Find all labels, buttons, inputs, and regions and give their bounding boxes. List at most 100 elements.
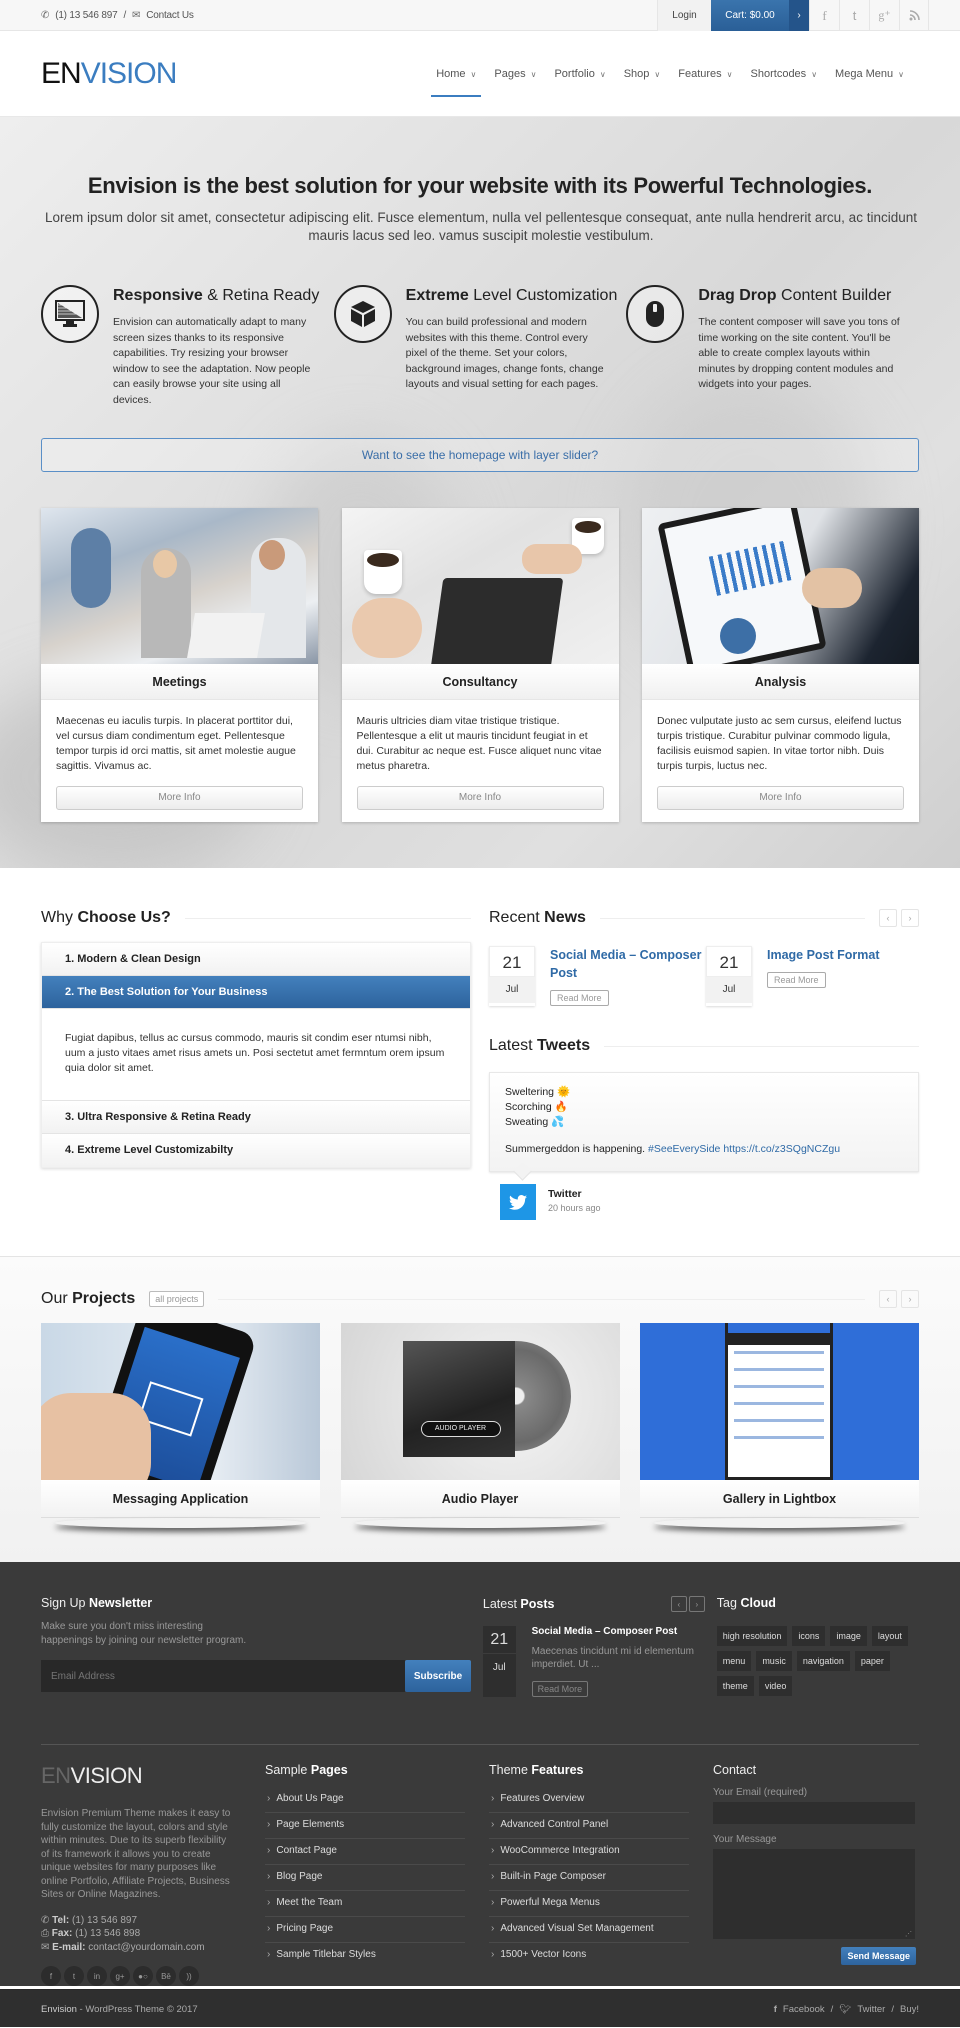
sample-page-link[interactable]: › Page Elements (265, 1813, 465, 1839)
linkedin-icon[interactable]: in (87, 1966, 107, 1986)
contact-us-link[interactable]: Contact Us (146, 10, 194, 21)
news-title-link[interactable]: Image Post Format (767, 948, 880, 962)
contact-email-input[interactable] (713, 1802, 915, 1824)
nav-portfolio[interactable]: Portfolio ∨ (545, 31, 614, 117)
nav-mega-menu[interactable]: Mega Menu ∨ (826, 31, 913, 117)
link-label: Meet the Team (276, 1897, 343, 1908)
sample-page-link[interactable]: › Meet the Team (265, 1891, 465, 1917)
tag-list: high resolution icons image layout menu music… (716, 1626, 919, 1696)
latest-posts-widget: Latest Posts ‹ › 21 Jul Social Media – Com… (482, 1596, 705, 1726)
tag-link[interactable]: theme (716, 1676, 754, 1696)
tag-link[interactable]: paper (854, 1651, 890, 1671)
project-card[interactable]: AUDIO PLAYER Audio Player (340, 1323, 620, 1518)
feature-customization: Extreme Level Customization You can buil… (333, 285, 627, 408)
next-arrow-button[interactable]: › (901, 909, 919, 927)
nav-shop[interactable]: Shop ∨ (615, 31, 670, 117)
layer-slider-button[interactable]: Want to see the homepage with layer slid… (41, 438, 919, 472)
tag-link[interactable]: music (756, 1651, 792, 1671)
sample-page-link[interactable]: › About Us Page (265, 1787, 465, 1813)
sample-page-link[interactable]: › Contact Page (265, 1839, 465, 1865)
login-link[interactable]: Login (657, 0, 711, 31)
send-message-button[interactable]: Send Message (841, 1947, 916, 1965)
chevron-down-icon: ∨ (726, 69, 733, 79)
theme-feature-link[interactable]: › Features Overview (489, 1787, 689, 1813)
site-logo[interactable]: ENVISION (41, 57, 177, 91)
facebook-icon: f (773, 2003, 777, 2015)
nav-shortcodes[interactable]: Shortcodes ∨ (742, 31, 827, 117)
read-more-button[interactable]: Read More (531, 1681, 589, 1697)
google-plus-icon[interactable]: g⁺ (869, 0, 899, 31)
twitter-link[interactable]: Twitter (857, 2004, 885, 2015)
buy-link[interactable]: Buy! (900, 2004, 919, 2015)
theme-feature-link[interactable]: › Built-in Page Composer (489, 1865, 689, 1891)
accordion-item-active[interactable]: 2. The Best Solution for Your Business (42, 976, 470, 1009)
chevron-down-icon: ∨ (811, 69, 818, 79)
news-title-link[interactable]: Social Media – Composer Post (550, 948, 701, 980)
more-info-button[interactable]: More Info (356, 786, 604, 810)
newsletter-email-input[interactable] (41, 1660, 405, 1692)
nav-pages[interactable]: Pages ∨ (485, 31, 545, 117)
more-info-button[interactable]: More Info (657, 786, 904, 810)
all-projects-button[interactable]: all projects (149, 1291, 205, 1307)
news-list: 21 Jul Social Media – Composer Post Read M… (489, 946, 919, 1006)
tag-link[interactable]: video (758, 1676, 793, 1696)
sample-page-link[interactable]: › Blog Page (265, 1865, 465, 1891)
email-label: E-mail: (52, 1941, 86, 1953)
next-arrow-button[interactable]: › (901, 1290, 919, 1308)
sample-page-link[interactable]: › Sample Titlebar Styles (265, 1943, 465, 1969)
message-field-label: Your Message (713, 1834, 777, 1845)
tag-link[interactable]: layout (871, 1626, 908, 1646)
tweet-hashtag-link[interactable]: #SeeEverySide (648, 1143, 720, 1155)
more-info-button[interactable]: More Info (56, 786, 303, 810)
flickr-icon[interactable]: ●○ (133, 1966, 153, 1986)
facebook-link[interactable]: Facebook (783, 2004, 825, 2015)
project-card[interactable]: Gallery in Lightbox (640, 1323, 919, 1518)
prev-arrow-button[interactable]: ‹ (879, 909, 897, 927)
facebook-icon[interactable]: f (809, 0, 839, 31)
tag-link[interactable]: menu (716, 1651, 752, 1671)
theme-feature-link[interactable]: › Advanced Visual Set Management (489, 1917, 689, 1943)
theme-feature-link[interactable]: › 1500+ Vector Icons (489, 1943, 689, 1969)
rss-icon[interactable] (899, 0, 929, 31)
behance-icon[interactable]: Bē (156, 1966, 176, 1986)
tag-link[interactable]: navigation (796, 1651, 850, 1671)
prev-arrow-button[interactable]: ‹ (670, 1596, 687, 1612)
contact-message-textarea[interactable]: ⋰ (713, 1849, 915, 1939)
tweet-url-link[interactable]: https://t.co/z3SQgNCZgu (723, 1143, 840, 1155)
nav-home[interactable]: Home ∨ (427, 31, 485, 117)
read-more-button[interactable]: Read More (550, 990, 609, 1006)
theme-feature-link[interactable]: › WooCommerce Integration (489, 1839, 689, 1865)
post-title-link[interactable]: Social Media – Composer Post (532, 1626, 678, 1637)
accordion-item[interactable]: 3. Ultra Responsive & Retina Ready (42, 1101, 470, 1134)
sample-page-link[interactable]: › Pricing Page (265, 1917, 465, 1943)
email-link[interactable]: contact@yourdomain.com (86, 1942, 204, 1953)
title-light: Recent (489, 909, 545, 926)
twitter-icon[interactable]: t (839, 0, 869, 31)
title-bold: Pages (310, 1763, 348, 1777)
resize-handle-icon[interactable]: ⋰ (905, 1930, 912, 1938)
read-more-button[interactable]: Read More (767, 972, 826, 988)
google-plus-icon[interactable]: g+ (110, 1966, 130, 1986)
accordion-item[interactable]: 4. Extreme Level Customizabilty (42, 1134, 470, 1167)
next-arrow-button[interactable]: › (688, 1596, 705, 1612)
cart-arrow-button[interactable]: › (789, 0, 809, 31)
theme-feature-link[interactable]: › Advanced Control Panel (489, 1813, 689, 1839)
project-card[interactable]: Messaging Application (41, 1323, 320, 1518)
tag-link[interactable]: high resolution (716, 1626, 788, 1646)
cart-button[interactable]: Cart: $0.00 (711, 0, 789, 31)
chevron-right-icon: › (267, 1923, 271, 1934)
service-title: Consultancy (341, 664, 619, 700)
tag-link[interactable]: image (830, 1626, 867, 1646)
twitter-icon[interactable]: t (64, 1966, 84, 1986)
nav-features[interactable]: Features ∨ (669, 31, 741, 117)
tag-link[interactable]: icons (792, 1626, 826, 1646)
facebook-icon[interactable]: f (41, 1966, 61, 1986)
accordion-item[interactable]: 1. Modern & Clean Design (42, 943, 470, 976)
logo-bold: EN (41, 1763, 71, 1788)
title-bold: Cloud (740, 1596, 776, 1610)
prev-arrow-button[interactable]: ‹ (879, 1290, 897, 1308)
service-card: Meetings Maecenas eu iaculis turpis. In … (41, 508, 318, 822)
rss-icon[interactable]: )) (179, 1966, 199, 1986)
theme-feature-link[interactable]: › Powerful Mega Menus (489, 1891, 689, 1917)
subscribe-button[interactable]: Subscribe (405, 1660, 471, 1692)
